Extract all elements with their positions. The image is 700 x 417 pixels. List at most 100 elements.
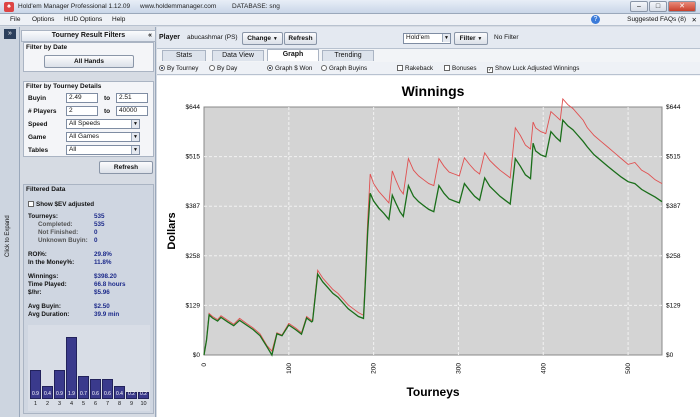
x-tick-label: 200 — [371, 363, 378, 374]
itm-value: 11.8% — [94, 259, 112, 266]
close-faq-icon[interactable]: ✕ — [692, 16, 697, 24]
buyin-to-label: to — [104, 95, 111, 102]
change-player-button[interactable]: Change ▼ — [242, 32, 283, 45]
avg-buyin-label: Avg Buyin: — [28, 303, 62, 310]
change-label: Change — [247, 35, 272, 42]
click-to-expand-label: Click to Expand — [5, 215, 11, 257]
per-hour-value: $5.96 — [94, 289, 110, 296]
chevron-down-icon: ▼ — [477, 36, 483, 42]
x-tick-label: 400 — [540, 363, 547, 374]
histogram-label: 2 — [45, 401, 50, 407]
y-tick-label: $387 — [186, 203, 201, 210]
rakeback-checkbox[interactable]: Rakeback — [397, 65, 433, 72]
filter-button[interactable]: Filter ▼ — [454, 32, 488, 45]
histogram-label: 4 — [69, 401, 74, 407]
graph-buyins-radio[interactable]: Graph Buyins — [321, 65, 367, 72]
buyin-to-input[interactable]: 2.51 — [116, 93, 148, 103]
collapse-panel-icon[interactable]: « — [148, 31, 152, 41]
x-tick-label: 100 — [286, 363, 293, 374]
tourneys-label: Tourneys: — [28, 213, 58, 220]
tab-graph[interactable]: Graph — [267, 49, 319, 61]
buyin-from-input[interactable]: 2.49 — [66, 93, 98, 103]
y-tick-label: $258 — [186, 253, 201, 260]
checkbox-icon — [397, 65, 403, 71]
all-hands-button[interactable]: All Hands — [44, 55, 134, 68]
rakeback-label: Rakeback — [405, 65, 434, 72]
graph-won-label: Graph $ Won — [275, 65, 313, 72]
window-title: Hold'em Manager Professional 1.12.09 — [18, 3, 131, 10]
tab-data-view[interactable]: Data View — [212, 50, 264, 61]
chevron-down-icon: ▼ — [131, 120, 139, 128]
by-day-radio[interactable]: By Day — [209, 65, 237, 72]
expand-arrow-icon[interactable]: » — [4, 29, 16, 39]
close-window-button[interactable]: ✕ — [668, 1, 696, 12]
avg-duration-value: 39.9 min — [94, 311, 120, 318]
chart-svg: $0 $0 $129 $129 $258 $258 $387 $387 $515 $515 $644… — [166, 83, 681, 399]
players-to-label: to — [104, 108, 111, 115]
game-type-value: Hold'em — [406, 34, 430, 41]
not-finished-label: Not Finished: — [38, 229, 79, 236]
y-tick-label-right: $515 — [666, 154, 681, 161]
players-to-input[interactable]: 40000 — [116, 106, 148, 116]
histogram-value: 0.4 — [116, 391, 123, 397]
not-finished-value: 0 — [94, 229, 98, 236]
x-tick-label: 0 — [201, 363, 208, 367]
speed-value: All Speeds — [69, 120, 101, 127]
chart-title: Winnings — [402, 83, 465, 99]
show-luck-label: Show Luck Adjusted Winnings — [495, 65, 580, 72]
menu-file[interactable]: File — [10, 16, 20, 23]
game-select[interactable]: All Games ▼ — [66, 132, 140, 142]
graph-won-radio[interactable]: Graph $ Won — [267, 65, 312, 72]
tourneys-value: 535 — [94, 213, 105, 220]
panel-title: Tourney Result Filters — [51, 32, 126, 39]
time-played-value: 66.8 hours — [94, 281, 126, 288]
game-type-select[interactable]: Hold'em ▼ — [403, 33, 451, 44]
checkbox-icon — [444, 65, 450, 71]
tables-value: All — [69, 146, 77, 153]
refresh-button[interactable]: Refresh — [284, 32, 317, 45]
bonuses-checkbox[interactable]: Bonuses — [444, 65, 477, 72]
player-label: Player — [159, 34, 181, 41]
players-from-input[interactable]: 2 — [66, 106, 98, 116]
speed-select[interactable]: All Speeds ▼ — [66, 119, 140, 129]
histogram-value: 0.9 — [56, 391, 63, 397]
histogram-value: 1.9 — [68, 391, 75, 397]
maximize-button[interactable]: □ — [649, 1, 667, 12]
by-tourney-radio[interactable]: By Tourney — [159, 65, 198, 72]
finish-position-histogram: 0.9 1 0.4 2 0.9 3 1.9 4 0.7 5 0.6 6 0.6 7 0.4 8 0.2 9 0.2 1… — [28, 325, 150, 411]
app-icon: ♠ — [4, 2, 14, 12]
y-tick-label-right: $387 — [666, 203, 681, 210]
bonuses-label: Bonuses — [452, 65, 477, 72]
players-label: # Players — [28, 108, 57, 115]
show-luck-checkbox[interactable]: ✓ Show Luck Adjusted Winnings — [487, 65, 579, 73]
histogram-value: 0.7 — [80, 391, 87, 397]
tables-select[interactable]: All ▼ — [66, 145, 140, 155]
filter-by-details-title: Filter by Tourney Details — [26, 83, 102, 90]
radio-icon — [209, 65, 215, 71]
show-ev-checkbox[interactable]: Show $EV adjusted — [28, 201, 94, 208]
filter-by-date-title: Filter by Date — [26, 44, 68, 51]
y-tick-label: $644 — [186, 104, 201, 111]
suggested-faqs-link[interactable]: Suggested FAQs (8) — [627, 16, 686, 23]
menu-hud-options[interactable]: HUD Options — [64, 16, 102, 23]
tab-trending[interactable]: Trending — [322, 50, 374, 61]
histogram-label: 8 — [117, 401, 122, 407]
tab-stats[interactable]: Stats — [162, 50, 206, 61]
radio-selected-icon — [159, 65, 165, 71]
checkbox-checked-icon: ✓ — [487, 67, 493, 73]
itm-label: In the Money%: — [28, 259, 75, 266]
collapse-strip[interactable]: » Click to Expand — [0, 27, 20, 417]
histogram-label: 3 — [57, 401, 62, 407]
window-titlebar: ♠ Hold'em Manager Professional 1.12.09 w… — [0, 0, 700, 14]
minimize-button[interactable]: – — [630, 1, 648, 12]
unknown-buyin-value: 0 — [94, 237, 98, 244]
filtered-data-section: Filtered Data Show $EV adjusted Tourneys… — [23, 184, 154, 414]
refresh-filters-button[interactable]: Refresh — [99, 161, 153, 174]
menu-help[interactable]: Help — [112, 16, 125, 23]
menu-options[interactable]: Options — [32, 16, 54, 23]
window-database: DATABASE: sng — [232, 3, 280, 10]
tables-label: Tables — [28, 147, 49, 154]
y-tick-label: $129 — [186, 302, 201, 309]
window-site: www.holdemmanager.com — [140, 3, 217, 10]
histogram-label: 1 — [33, 401, 38, 407]
